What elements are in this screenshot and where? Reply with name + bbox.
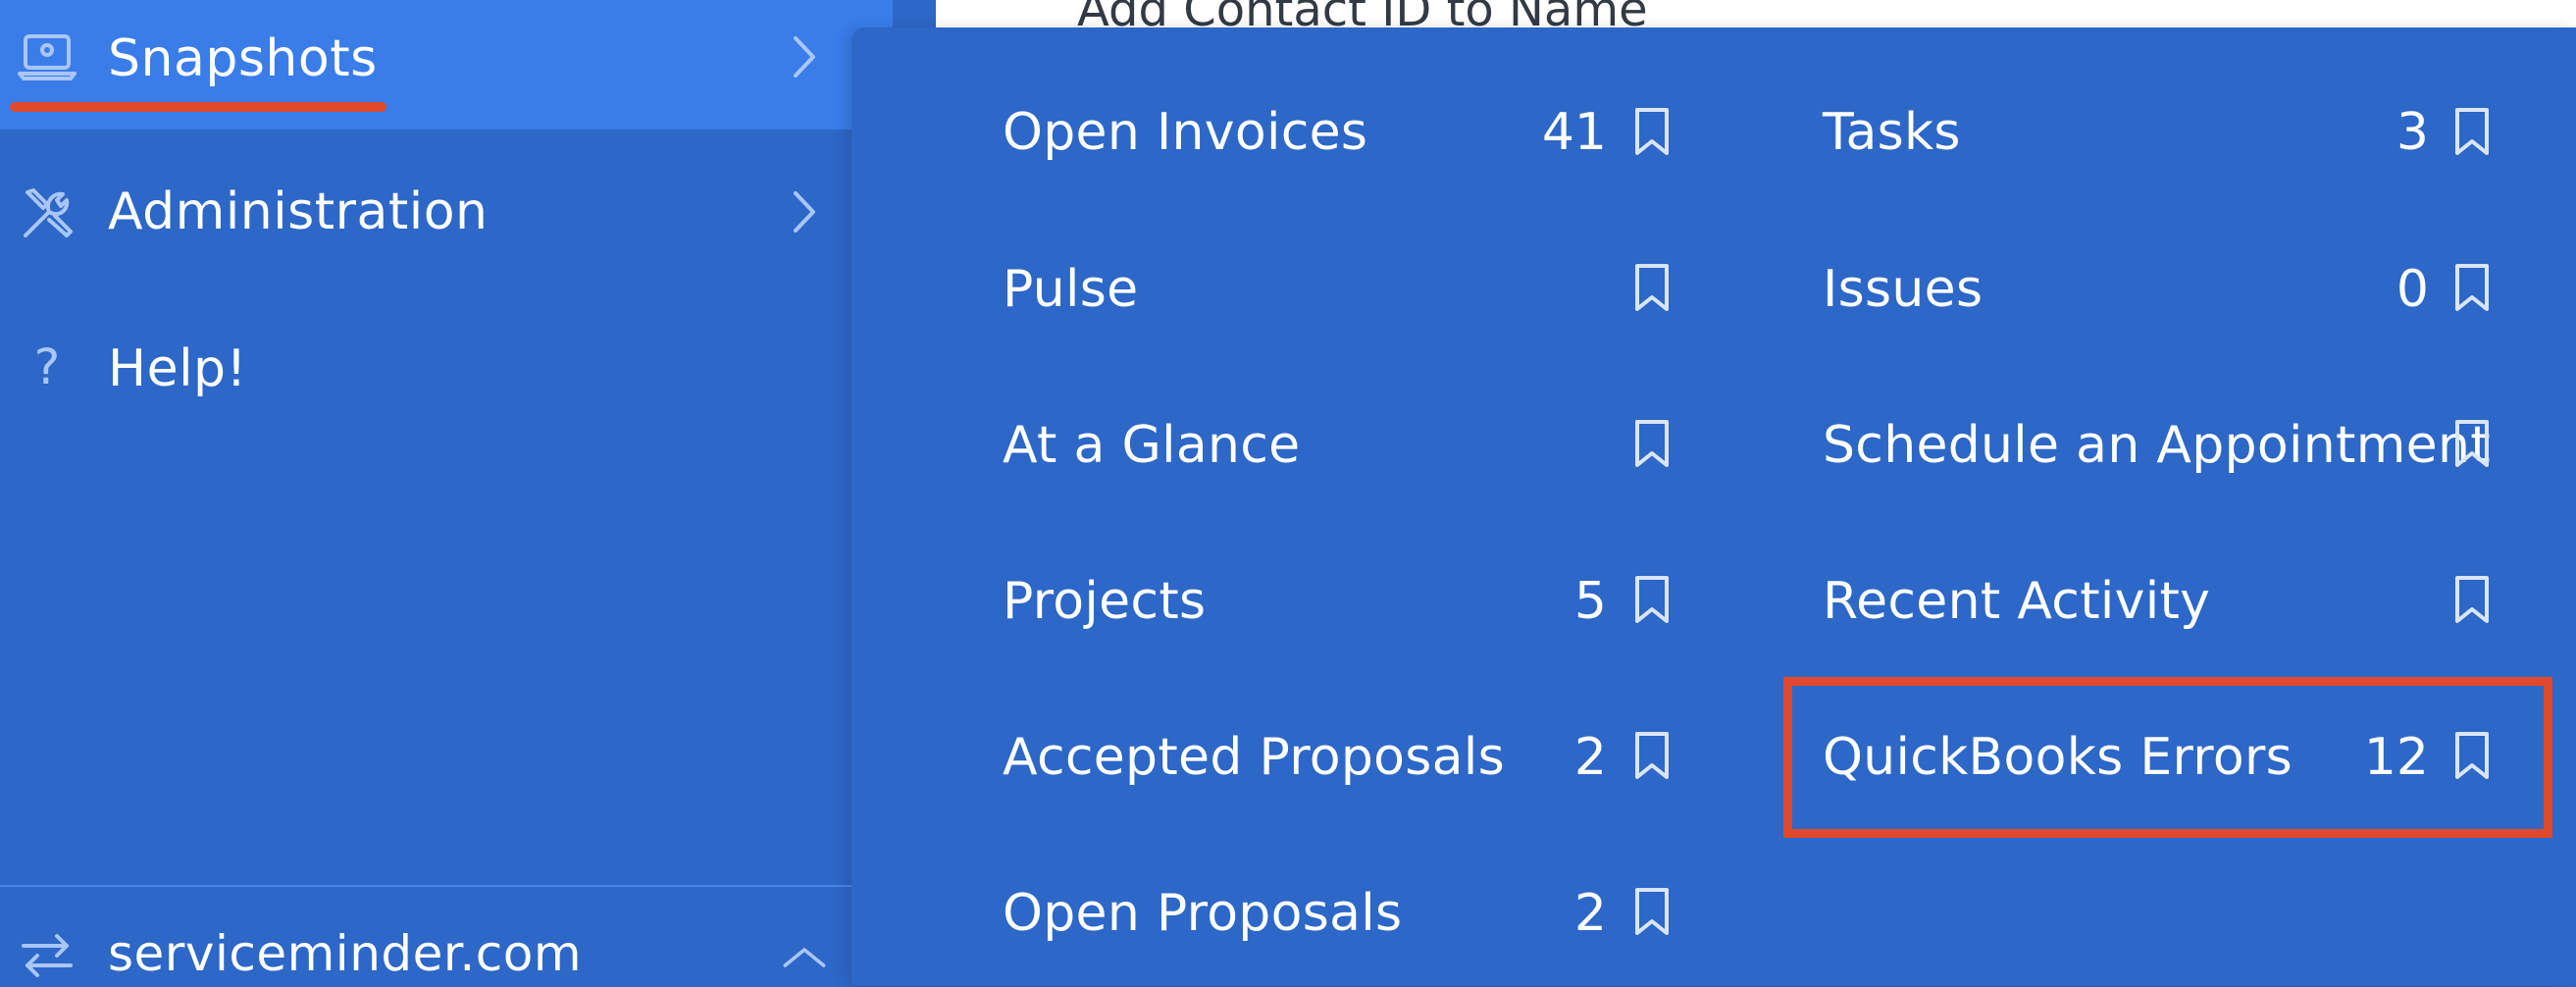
snapshot-schedule-appointment[interactable]: Schedule an Appointment xyxy=(1811,401,2517,490)
snapshot-open-invoices[interactable]: Open Invoices 41 xyxy=(991,90,1697,179)
bookmark-icon[interactable] xyxy=(1632,886,1672,937)
sidebar-item-label: Administration xyxy=(108,182,489,241)
account-domain-label: serviceminder.com xyxy=(108,925,583,982)
laptop-icon xyxy=(18,27,77,86)
snapshot-label: Open Invoices xyxy=(1003,103,1368,162)
bookmark-icon[interactable] xyxy=(2452,574,2492,625)
snapshot-label: Accepted Proposals xyxy=(1003,728,1505,787)
snapshot-label: Projects xyxy=(1003,572,1207,631)
bookmark-icon[interactable] xyxy=(2452,262,2492,313)
underlying-page-strip: Add Contact ID to Name xyxy=(936,0,2576,29)
question-icon: ? xyxy=(33,338,61,395)
sidebar-item-administration[interactable]: Administration xyxy=(0,147,893,277)
chevron-right-icon xyxy=(780,27,829,86)
bookmark-icon[interactable] xyxy=(2452,106,2492,157)
tools-icon xyxy=(18,184,77,243)
snapshot-issues[interactable]: Issues 0 xyxy=(1811,245,2517,334)
snapshot-recent-activity[interactable]: Recent Activity xyxy=(1811,557,2517,646)
snapshot-label: Pulse xyxy=(1003,260,1139,319)
bookmark-icon[interactable] xyxy=(1632,730,1672,781)
snapshot-at-a-glance[interactable]: At a Glance xyxy=(991,401,1697,490)
chevron-up-icon[interactable] xyxy=(780,928,829,987)
snapshot-count: 0 xyxy=(2396,260,2429,319)
snapshot-tasks[interactable]: Tasks 3 xyxy=(1811,90,2517,179)
snapshot-label: At a Glance xyxy=(1003,416,1301,475)
bookmark-icon[interactable] xyxy=(1632,574,1672,625)
annotation-highlight-box xyxy=(1783,677,2552,838)
snapshot-label: Tasks xyxy=(1823,103,1961,162)
snapshot-pulse[interactable]: Pulse xyxy=(991,245,1697,334)
snapshot-projects[interactable]: Projects 5 xyxy=(991,557,1697,646)
underlying-page-text: Add Contact ID to Name xyxy=(1077,0,1648,29)
chevron-right-icon xyxy=(780,182,829,241)
bookmark-icon[interactable] xyxy=(1632,106,1672,157)
snapshot-count: 2 xyxy=(1573,884,1607,943)
bookmark-icon[interactable] xyxy=(1632,262,1672,313)
annotation-underline xyxy=(10,102,386,112)
snapshot-count: 41 xyxy=(1541,103,1607,162)
snapshot-count: 3 xyxy=(2396,103,2429,162)
snapshot-count: 2 xyxy=(1573,728,1607,787)
snapshot-label: Open Proposals xyxy=(1003,884,1403,943)
sidebar-item-label: Snapshots xyxy=(108,29,378,88)
sidebar-item-snapshots[interactable]: Snapshots xyxy=(0,0,893,130)
account-switcher[interactable]: serviceminder.com xyxy=(0,885,893,987)
bookmark-icon[interactable] xyxy=(2452,418,2492,469)
snapshot-open-proposals[interactable]: Open Proposals 2 xyxy=(991,869,1697,958)
bookmark-icon[interactable] xyxy=(1632,418,1672,469)
sidebar-item-help[interactable]: ? Help! xyxy=(0,304,893,434)
sidebar: Snapshots Administration ? Help! service… xyxy=(0,0,893,985)
sidebar-item-label: Help! xyxy=(108,339,247,398)
snapshot-label: Schedule an Appointment xyxy=(1823,416,2491,475)
snapshot-label: Recent Activity xyxy=(1823,572,2211,631)
swap-arrows-icon xyxy=(18,926,77,985)
snapshot-label: Issues xyxy=(1823,260,1984,319)
snapshot-accepted-proposals[interactable]: Accepted Proposals 2 xyxy=(991,713,1697,802)
snapshot-count: 5 xyxy=(1573,572,1607,631)
